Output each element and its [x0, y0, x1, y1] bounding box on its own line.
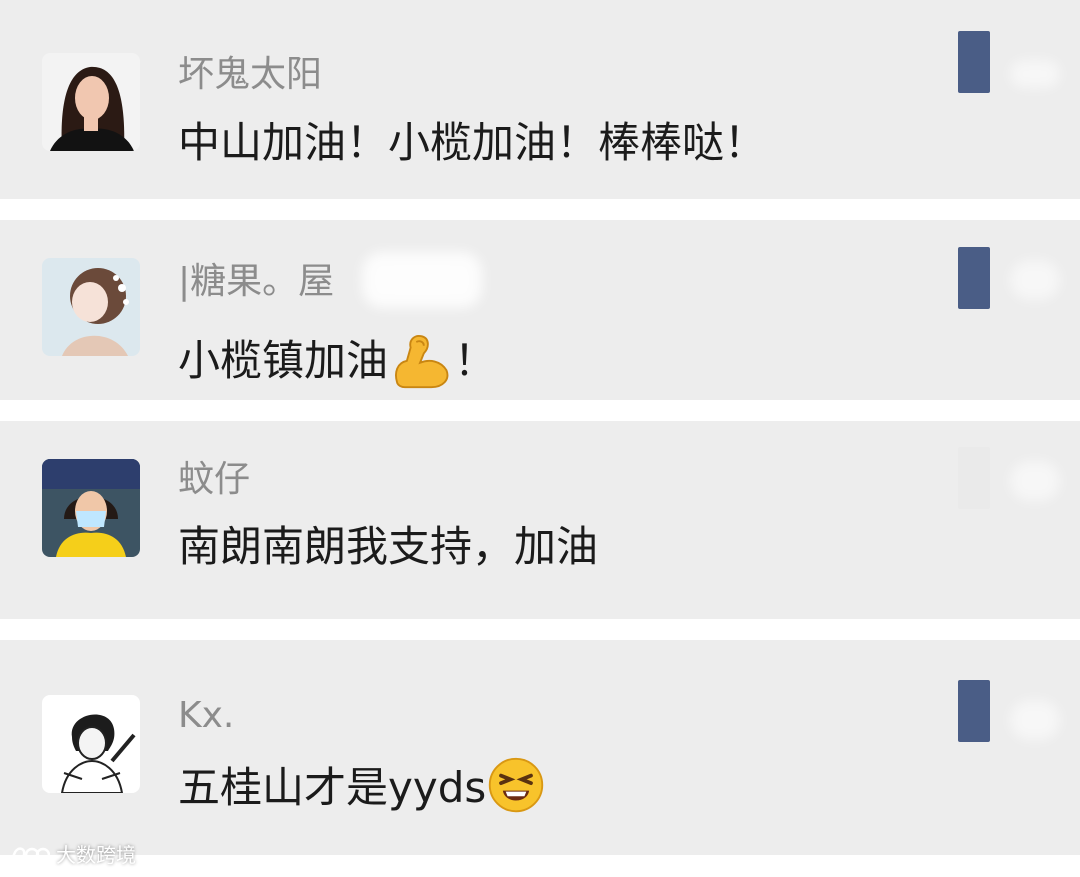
comment-card: |糖果。屋 小榄镇加油 ！ [0, 220, 1080, 400]
blurred-region [1010, 700, 1060, 740]
comment-message-suffix: ！ [454, 336, 497, 385]
comment-username[interactable]: 坏鬼太阳 [178, 55, 322, 95]
like-icon[interactable] [958, 31, 990, 93]
comment-message: 中山加油！小榄加油！棒棒哒！ [178, 118, 767, 167]
laughing-squinting-emoji [486, 755, 546, 826]
comment-message: 五桂山才是yyds [178, 755, 546, 826]
like-icon[interactable] [958, 447, 990, 509]
comment-username[interactable]: Kx. [178, 696, 234, 736]
brand-logo-icon [12, 847, 50, 864]
blurred-region [1010, 60, 1060, 88]
avatar[interactable] [42, 258, 140, 356]
like-icon[interactable] [958, 680, 990, 742]
avatar[interactable] [42, 695, 140, 793]
flexed-biceps-emoji [388, 325, 454, 402]
comment-card: 坏鬼太阳 中山加油！小榄加油！棒棒哒！ [0, 0, 1080, 199]
blurred-region [362, 252, 482, 308]
like-icon[interactable] [958, 247, 990, 309]
comment-message-text: 五桂山才是yyds [178, 763, 487, 812]
comment-message: 南朗南朗我支持，加油 [178, 522, 599, 571]
watermark-text: 大数跨境 [56, 843, 136, 867]
comment-card: Kx. 五桂山才是yyds [0, 640, 1080, 855]
masked-person-avatar-icon [42, 459, 140, 557]
woman-photo-avatar-icon [42, 53, 140, 151]
comment-message-text: 小榄镇加油 [178, 336, 389, 385]
comment-username[interactable]: |糖果。屋 [178, 262, 334, 302]
watermark: 大数跨境 [10, 843, 136, 867]
comment-card: 蚊仔 南朗南朗我支持，加油 [0, 421, 1080, 619]
blurred-region [1010, 260, 1060, 300]
comment-username[interactable]: 蚊仔 [178, 460, 250, 500]
illustrated-girl-avatar-icon [42, 258, 140, 356]
manga-sketch-avatar-icon [42, 695, 140, 793]
comment-message: 小榄镇加油 ！ [178, 325, 496, 402]
avatar[interactable] [42, 53, 140, 151]
avatar[interactable] [42, 459, 140, 557]
blurred-region [1010, 461, 1060, 501]
